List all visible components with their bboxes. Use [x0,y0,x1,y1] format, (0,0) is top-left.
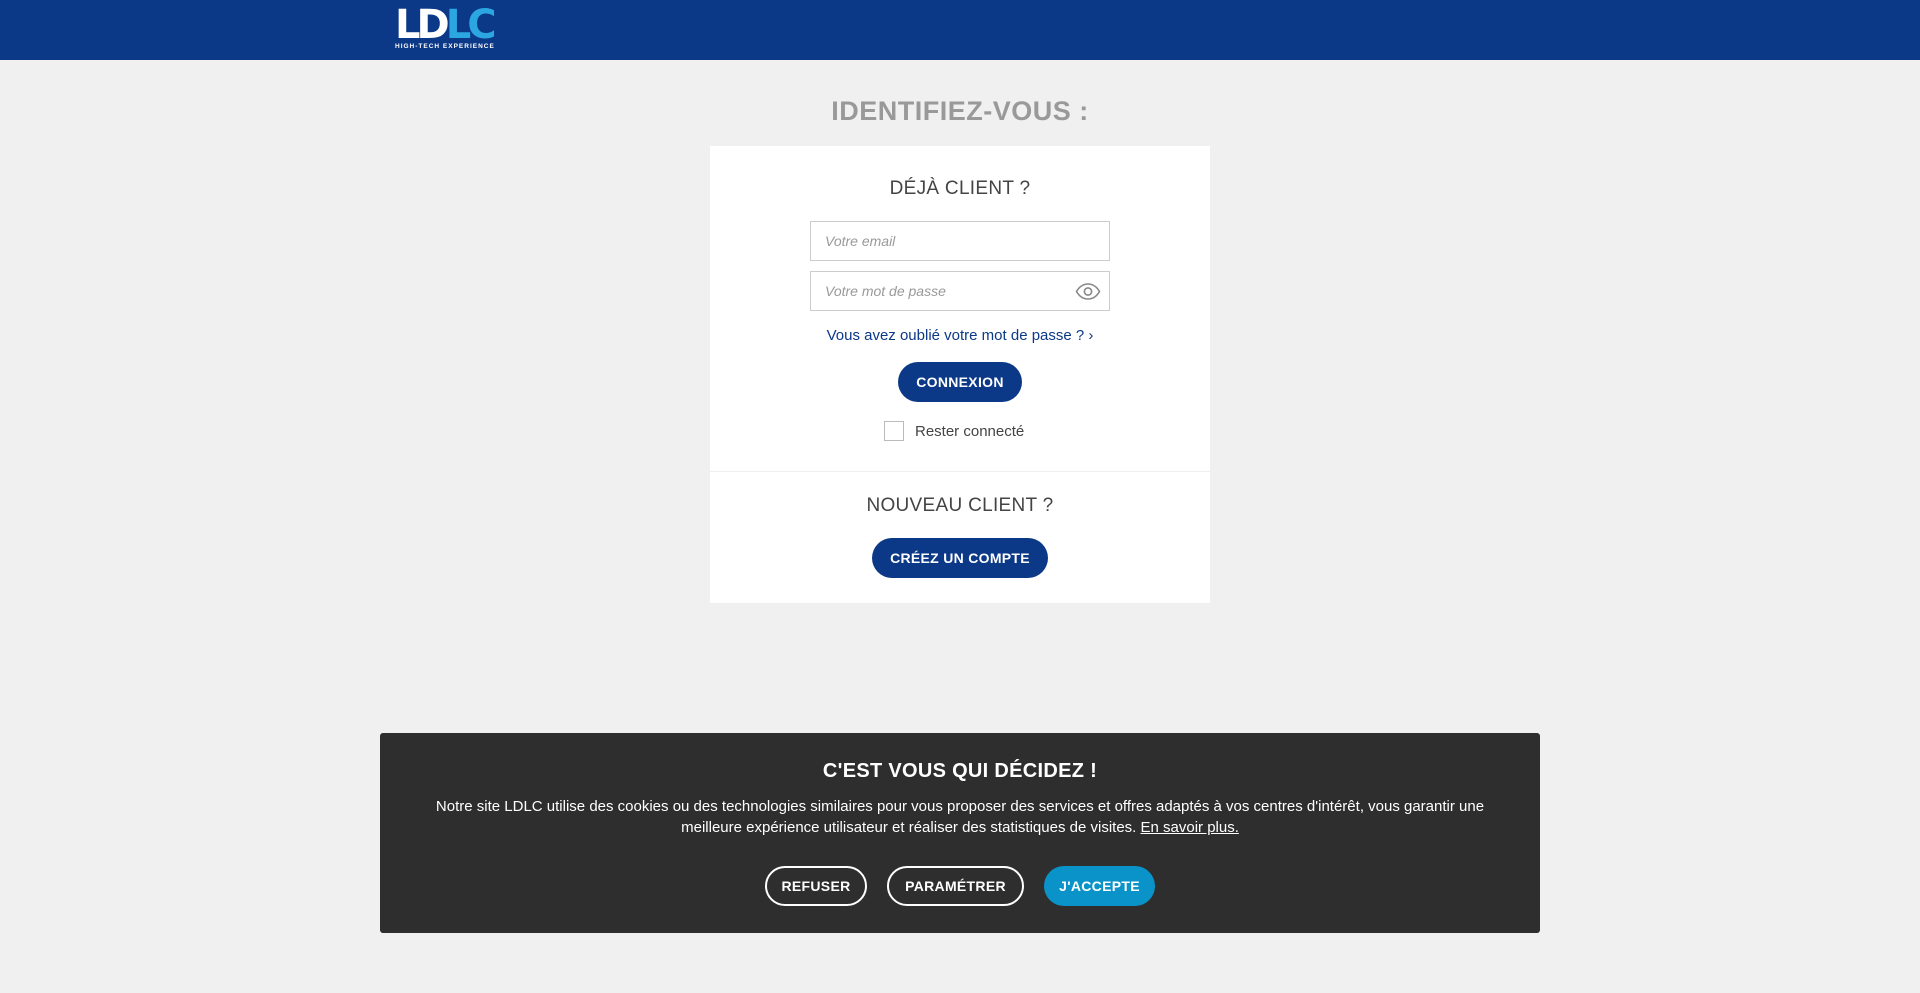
password-input[interactable] [811,272,1109,310]
email-input[interactable] [811,222,1109,260]
remember-me-label: Rester connecté [915,422,1025,440]
remember-me-checkbox[interactable] [884,421,904,441]
signup-title: NOUVEAU CLIENT ? [866,495,1054,516]
eye-icon-svg [1075,283,1101,300]
eye-icon[interactable] [1075,283,1101,300]
logo-tagline: HIGH-TECH EXPERIENCE [395,43,495,50]
cookie-accept-button[interactable]: J'ACCEPTE [1044,866,1155,906]
password-field-wrapper [810,271,1110,311]
logo-part-1: LD [395,2,450,48]
logo-tagline-accent: EXPERIENCE [442,43,495,50]
create-account-button[interactable]: CRÉEZ UN COMPTE [872,538,1048,578]
logo-part-2: LC [445,2,497,48]
remember-me-control[interactable]: Rester connecté [884,421,1024,441]
top-header-bar: LDLC HIGH-TECH EXPERIENCE [0,0,1920,60]
cookie-banner-text: Notre site LDLC utilise des cookies ou d… [430,796,1490,838]
logo-tagline-start: HIGH-TECH [395,43,441,50]
ldlc-logo[interactable]: LDLC HIGH-TECH EXPERIENCE [395,5,501,52]
login-button[interactable]: CONNEXION [898,362,1022,402]
login-card: DÉJÀ CLIENT ? Vous avez oublié votre mot… [710,146,1210,471]
cookie-refuse-button[interactable]: REFUSER [765,866,867,906]
signup-card: NOUVEAU CLIENT ? CRÉEZ UN COMPTE [710,472,1210,603]
cookie-banner-title: C'EST VOUS QUI DÉCIDEZ ! [822,760,1098,782]
email-field-wrapper [810,221,1110,261]
cookie-banner: C'EST VOUS QUI DÉCIDEZ ! Notre site LDLC… [380,733,1540,933]
cookie-learn-more-link[interactable]: En savoir plus. [1141,819,1239,836]
forgot-password-link[interactable]: Vous avez oublié votre mot de passe ? › [710,327,1210,344]
page-title: IDENTIFIEZ-VOUS : [831,96,1089,126]
cookie-banner-body: Notre site LDLC utilise des cookies ou d… [435,798,1485,836]
logo-wordmark: LDLC [395,5,497,45]
login-title: DÉJÀ CLIENT ? [889,178,1031,199]
cookie-settings-button[interactable]: PARAMÉTRER [887,866,1024,906]
